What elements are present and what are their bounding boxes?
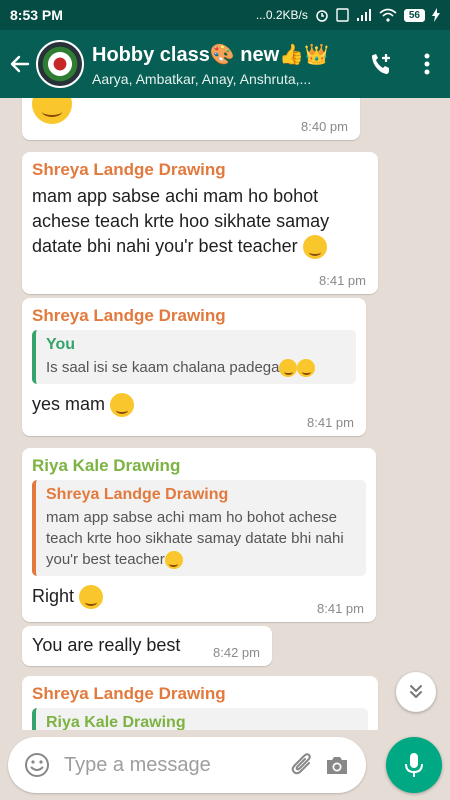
grinning-emoji-icon [32, 98, 72, 124]
group-avatar[interactable] [36, 40, 84, 88]
message-time: 8:41 pm [317, 601, 364, 616]
message-text: mam app sabse achi mam ho bohot achese t… [32, 184, 368, 260]
back-arrow-icon [10, 55, 30, 73]
smiling-hearts-emoji-icon [79, 585, 104, 610]
smiling-hearts-emoji-icon [164, 551, 183, 570]
message-bubble[interactable]: 8:40 pm [22, 98, 360, 140]
message-time: 8:41 pm [307, 415, 354, 430]
attach-icon [291, 753, 311, 775]
camera-icon [327, 757, 347, 774]
sim-icon [336, 8, 349, 22]
message-input[interactable] [64, 753, 286, 777]
message-bubble[interactable]: Shreya Landge Drawing mam app sabse achi… [22, 152, 378, 294]
message-sender: Shreya Landge Drawing [32, 684, 226, 703]
attach-button[interactable] [286, 752, 320, 778]
status-time: 8:53 PM [10, 7, 63, 23]
message-bubble[interactable]: You are really best 8:42 pm [22, 626, 272, 666]
add-call-button[interactable] [358, 51, 404, 77]
message-sender: Shreya Landge Drawing [32, 160, 226, 179]
signal-icon [356, 9, 371, 21]
quoted-sender: Shreya Landge Drawing [46, 486, 229, 503]
quoted-text: Is saal isi se kaam chalana padega [46, 357, 346, 378]
tears-of-joy-emoji-icon [110, 393, 135, 418]
message-input-bar [8, 737, 366, 793]
emoji-icon [25, 753, 49, 777]
message-text: Right [32, 584, 366, 610]
message-bubble[interactable]: Riya Kale Drawing Shreya Landge Drawing … [22, 448, 376, 622]
message-bubble[interactable]: Shreya Landge Drawing Riya Kale Drawing [22, 676, 378, 730]
chat-header: Hobby class🎨 new👍👑 Aarya, Ambatkar, Anay… [0, 30, 450, 98]
charging-icon [432, 8, 440, 22]
message-time: 8:41 pm [319, 273, 366, 288]
message-sender: Shreya Landge Drawing [32, 306, 226, 325]
network-speed: ...0.2KB/s [255, 8, 308, 22]
message-bubble[interactable]: Shreya Landge Drawing You Is saal isi se… [22, 298, 366, 436]
wifi-icon [379, 8, 397, 22]
scroll-down-icon [410, 685, 422, 698]
quoted-message[interactable]: Riya Kale Drawing [32, 708, 368, 730]
battery-level: 56 [403, 8, 425, 22]
quoted-sender: You [46, 336, 76, 353]
quoted-text: mam app sabse achi mam ho bohot achese t… [46, 509, 344, 570]
more-options-button[interactable] [404, 53, 450, 75]
message-sender: Riya Kale Drawing [32, 456, 181, 475]
message-time: 8:42 pm [213, 645, 260, 660]
group-name: Hobby class🎨 new👍👑 [92, 43, 329, 66]
laughing-emoji-icon [279, 359, 298, 378]
scroll-down-button[interactable] [396, 672, 436, 712]
group-info[interactable]: Hobby class🎨 new👍👑 Aarya, Ambatkar, Anay… [92, 42, 358, 87]
voice-message-button[interactable] [386, 737, 442, 793]
chat-area[interactable]: 8:40 pm Shreya Landge Drawing mam app sa… [0, 98, 450, 730]
camera-button[interactable] [320, 753, 354, 777]
message-time: 8:40 pm [301, 119, 348, 134]
laughing-emoji-icon [297, 359, 316, 378]
message-text: yes mam [32, 392, 356, 418]
quoted-message[interactable]: You Is saal isi se kaam chalana padega [32, 330, 356, 384]
status-bar: 8:53 PM ...0.2KB/s 56 [0, 0, 450, 30]
quoted-message[interactable]: Shreya Landge Drawing mam app sabse achi… [32, 480, 366, 576]
back-button[interactable] [2, 53, 36, 75]
emoji-button[interactable] [20, 751, 54, 779]
status-icons: ...0.2KB/s 56 [256, 8, 440, 22]
group-members: Aarya, Ambatkar, Anay, Anshruta,... [92, 70, 312, 87]
alarm-icon [316, 10, 328, 22]
smiling-hearts-emoji-icon [302, 235, 327, 260]
quoted-sender: Riya Kale Drawing [46, 714, 186, 730]
add-call-icon [372, 54, 390, 74]
more-options-icon [424, 53, 430, 75]
mic-icon [405, 753, 423, 777]
